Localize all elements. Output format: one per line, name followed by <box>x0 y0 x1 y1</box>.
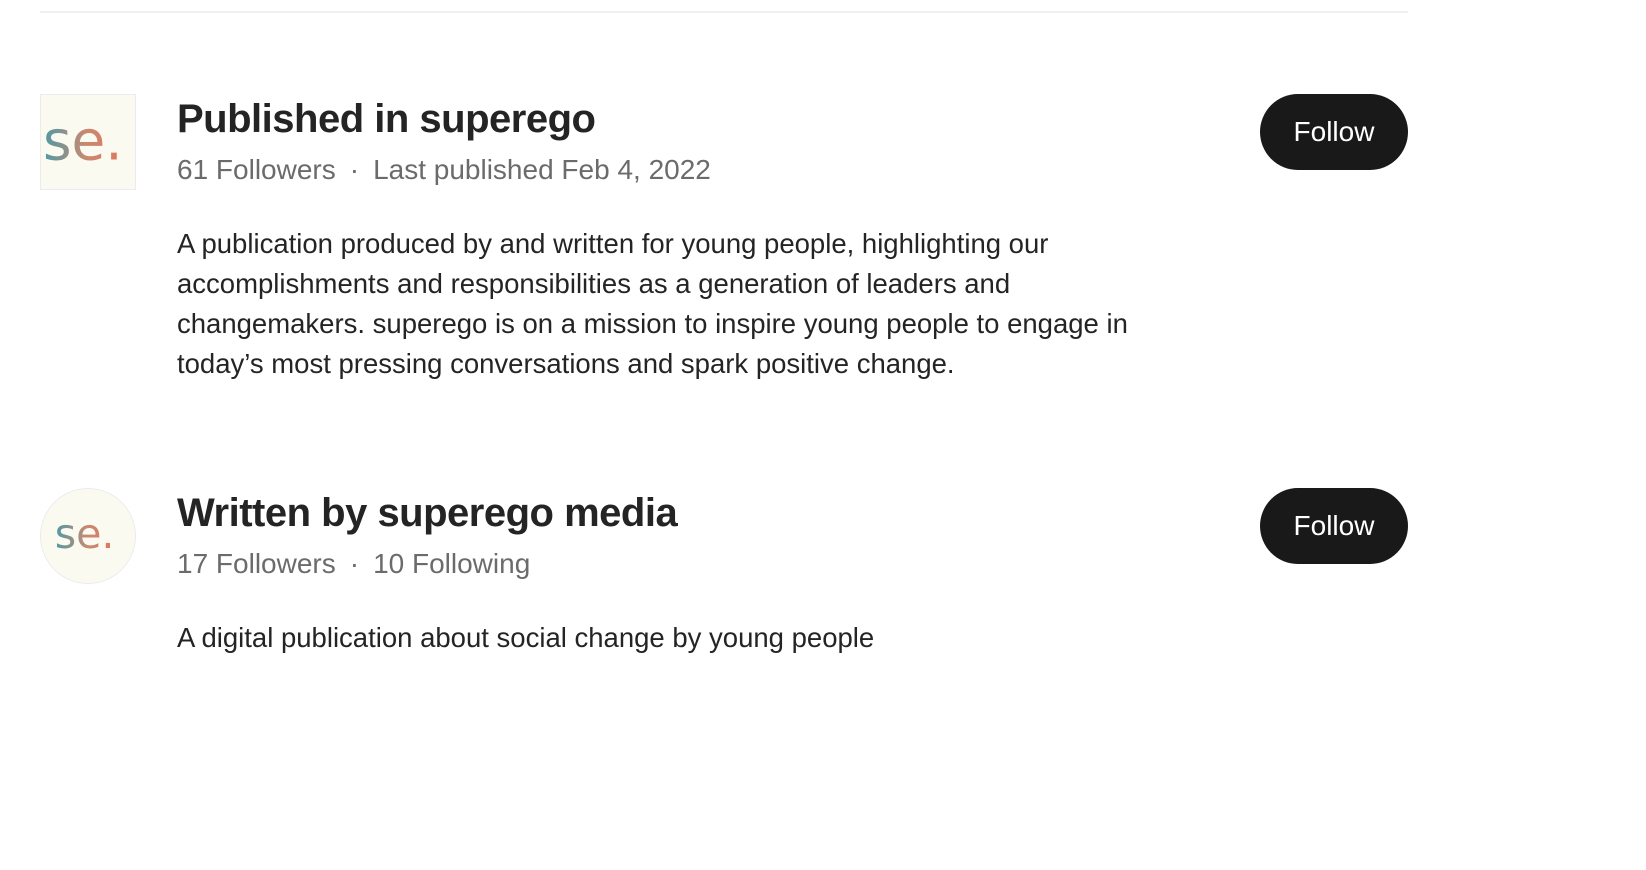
publication-description: A publication produced by and written fo… <box>177 228 1128 379</box>
author-meta: 17 Followers · 10 Following <box>177 546 1177 582</box>
author-avatar-text: se. <box>55 510 115 558</box>
superego-logo-icon: se. <box>43 109 123 173</box>
author-avatar[interactable]: se. <box>40 488 136 584</box>
author-title[interactable]: Written by superego media <box>177 488 1177 538</box>
publication-logo-text: se. <box>43 109 123 173</box>
publication-info: Published in superego 61 Followers · Last … <box>177 94 1177 384</box>
superego-avatar-icon: se. <box>55 510 115 558</box>
meta-separator: · <box>349 154 360 185</box>
author-info: Written by superego media 17 Followers · 1… <box>177 488 1177 658</box>
follow-author-button[interactable]: Follow <box>1260 488 1408 564</box>
publication-meta: 61 Followers · Last published Feb 4, 2022 <box>177 152 1177 188</box>
publication-last-published: Last published Feb 4, 2022 <box>373 154 711 185</box>
follow-publication-button[interactable]: Follow <box>1260 94 1408 170</box>
publication-title[interactable]: Published in superego <box>177 94 1177 144</box>
author-following[interactable]: 10 Following <box>373 548 530 579</box>
publication-logo[interactable]: se. <box>40 94 136 190</box>
publication-followers[interactable]: 61 Followers <box>177 154 336 185</box>
meta-separator: · <box>349 548 360 579</box>
top-divider <box>40 11 1408 13</box>
author-followers[interactable]: 17 Followers <box>177 548 336 579</box>
author-description: A digital publication about social chang… <box>177 622 875 653</box>
